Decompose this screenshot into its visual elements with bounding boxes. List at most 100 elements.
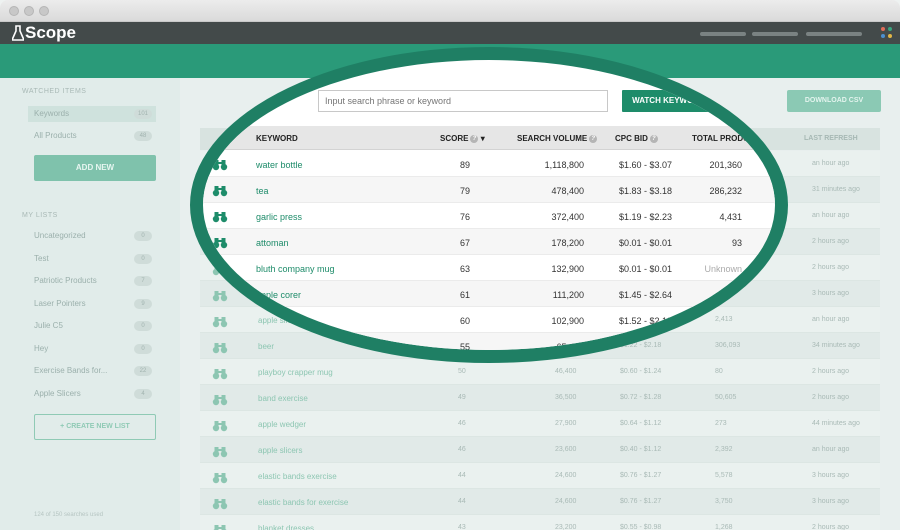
sidebar-list-item[interactable]: Patriotic Products 7 <box>28 273 156 289</box>
col-score[interactable]: SCORE? ▾ <box>440 134 485 143</box>
table-row[interactable]: apple corer 61 111,200 $1.45 - $2.64 2,058 <box>203 281 775 307</box>
create-new-list-button[interactable]: + CREATE NEW LIST <box>34 414 156 440</box>
sidebar-item-all-products[interactable]: All Products 48 <box>28 128 156 144</box>
table-row[interactable]: garlic press 76 372,400 $1.19 - $2.23 4,431 <box>203 203 775 229</box>
search-input[interactable] <box>318 90 608 112</box>
table-row[interactable]: apple slicer 60 102,900 $1.52 - $2.13 2,413 <box>203 307 775 333</box>
cpc-dimmed: $0.60 - $1.24 <box>620 368 662 375</box>
table-row[interactable]: bluth company mug 63 132,900 $0.01 - $0.01 U… <box>203 255 775 281</box>
sidebar-list-item[interactable]: Test 0 <box>28 251 156 267</box>
search-volume-cell: 132,900 <box>551 264 584 274</box>
table-row-dimmed[interactable]: blanket dresses 43 23,200 $0.55 - $0.98 1,26… <box>200 515 880 530</box>
watch-keyword-button[interactable]: WATCH KEYWORD <box>622 90 715 112</box>
volume-dimmed: 23,200 <box>555 524 577 530</box>
binoculars-icon[interactable] <box>212 367 228 385</box>
keyword-link[interactable]: attoman <box>256 238 289 248</box>
count-badge: 0 <box>134 231 152 241</box>
keyword-link[interactable]: bluth company mug <box>256 264 335 274</box>
app-logo[interactable]: Scope <box>12 22 76 44</box>
window-close-dot[interactable] <box>9 6 19 16</box>
col-cpc-bid[interactable]: CPC BID? <box>615 134 658 143</box>
sidebar-list-item[interactable]: Laser Pointers 9 <box>28 296 156 312</box>
binoculars-icon[interactable] <box>212 288 228 306</box>
keyword-link[interactable]: apple slicer <box>256 316 302 326</box>
refresh-dimmed: an hour ago <box>812 446 850 453</box>
binoculars-icon[interactable] <box>212 523 228 530</box>
nav-item-2[interactable] <box>752 32 798 36</box>
keyword-link[interactable]: garlic press <box>256 212 302 222</box>
sidebar-list-item[interactable]: Exercise Bands for... 22 <box>28 363 156 379</box>
table-row-dimmed[interactable]: playboy crapper mug 50 46,400 $0.60 - $1.24… <box>200 359 880 385</box>
col-total-products[interactable]: TOTAL PRODUCTS <box>692 134 765 143</box>
volume-dimmed: 36,500 <box>555 394 577 401</box>
count-badge: 4 <box>134 388 152 399</box>
binoculars-icon[interactable] <box>212 158 228 176</box>
binoculars-icon[interactable] <box>212 497 228 515</box>
total-products-cell: 201,360 <box>709 160 742 170</box>
binoculars-icon[interactable] <box>212 419 228 437</box>
score-dimmed: 43 <box>458 524 466 530</box>
binoculars-icon[interactable] <box>212 262 228 280</box>
sidebar-item-label: Exercise Bands for... <box>34 366 108 375</box>
keyword-link-dimmed[interactable]: elastic bands exercise <box>258 472 337 481</box>
window-zoom-dot[interactable] <box>39 6 49 16</box>
col-keyword[interactable]: KEYWORD <box>256 134 298 143</box>
binoculars-icon[interactable] <box>212 210 228 228</box>
apps-grid-icon[interactable] <box>880 26 894 40</box>
total-products-cell: 2,413 <box>719 316 742 326</box>
count-badge: 0 <box>134 343 152 354</box>
table-row-dimmed[interactable]: apple slicers 46 23,600 $0.40 - $1.12 2,392 a… <box>200 437 880 463</box>
col-search-volume[interactable]: SEARCH VOLUME? <box>517 134 598 143</box>
nav-item-3[interactable] <box>806 32 862 36</box>
binoculars-icon[interactable] <box>212 314 228 332</box>
sidebar-list-item[interactable]: Uncategorized 0 <box>28 228 156 244</box>
keyword-link-dimmed[interactable]: band exercise <box>258 394 308 403</box>
table-row-dimmed[interactable]: apple wedger 46 27,900 $0.64 - $1.12 273 44 m… <box>200 411 880 437</box>
table-row-dimmed[interactable]: elastic bands exercise 44 24,600 $0.76 - $1… <box>200 463 880 489</box>
table-row-dimmed[interactable]: band exercise 49 36,500 $0.72 - $1.28 50,605… <box>200 385 880 411</box>
keyword-link-dimmed[interactable]: blanket dresses <box>258 524 314 530</box>
refresh-dimmed: 31 minutes ago <box>812 186 860 193</box>
binoculars-icon[interactable] <box>212 236 228 254</box>
keyword-link[interactable]: water bottle <box>256 160 303 170</box>
volume-dimmed: 24,600 <box>555 472 577 479</box>
score-dimmed: 50 <box>458 368 466 375</box>
col-score-label: SCORE <box>440 134 469 143</box>
sort-desc-icon[interactable]: ▾ <box>481 134 485 143</box>
sidebar-item-label: Uncategorized <box>34 231 86 240</box>
window-minimize-dot[interactable] <box>24 6 34 16</box>
sidebar-item-label: Laser Pointers <box>34 298 86 308</box>
binoculars-icon[interactable] <box>212 393 228 411</box>
volume-dimmed: 24,600 <box>555 498 577 505</box>
help-icon[interactable]: ? <box>470 134 479 143</box>
keyword-link[interactable]: apple corer <box>256 290 301 300</box>
table-row[interactable]: water bottle 89 1,118,800 $1.60 - $3.07 201,… <box>203 151 775 177</box>
binoculars-icon[interactable] <box>212 184 228 202</box>
sidebar-list-item[interactable]: Julie C5 0 <box>28 318 156 334</box>
watched-items-header: WATCHED ITEMS <box>22 88 87 95</box>
keyword-link[interactable]: tea <box>256 186 269 196</box>
table-row-dimmed[interactable]: elastic bands for exercise 44 24,600 $0.76 … <box>200 489 880 515</box>
binoculars-icon[interactable] <box>212 445 228 463</box>
add-new-button[interactable]: ADD NEW <box>34 155 156 181</box>
help-icon[interactable]: ? <box>649 134 658 143</box>
cpc-dimmed: $0.55 - $0.98 <box>620 524 662 530</box>
sidebar-item-keywords[interactable]: Keywords 101 <box>28 106 156 122</box>
sidebar-list-item[interactable]: Apple Slicers 4 <box>28 386 156 402</box>
help-icon[interactable]: ? <box>589 134 598 143</box>
nav-item-1[interactable] <box>700 32 746 36</box>
products-dimmed: 2,392 <box>715 446 733 453</box>
table-row[interactable]: tea 79 478,400 $1.83 - $3.18 286,232 <box>203 177 775 203</box>
download-csv-button[interactable]: DOWNLOAD CSV <box>787 90 881 112</box>
sidebar-list-item[interactable]: Hey 0 <box>28 341 156 357</box>
keyword-link-dimmed[interactable]: apple wedger <box>258 420 306 429</box>
keyword-link-dimmed[interactable]: elastic bands for exercise <box>258 498 348 507</box>
keyword-link-dimmed[interactable]: playboy crapper mug <box>258 368 333 377</box>
window-chrome <box>0 0 900 22</box>
keyword-link-dimmed[interactable]: apple slicers <box>258 446 302 455</box>
app-name: Scope <box>25 23 77 42</box>
binoculars-icon[interactable] <box>212 471 228 489</box>
table-row[interactable]: attoman 67 178,200 $0.01 - $0.01 93 <box>203 229 775 255</box>
score-dimmed: 44 <box>458 498 466 505</box>
count-badge: 101 <box>133 109 152 119</box>
